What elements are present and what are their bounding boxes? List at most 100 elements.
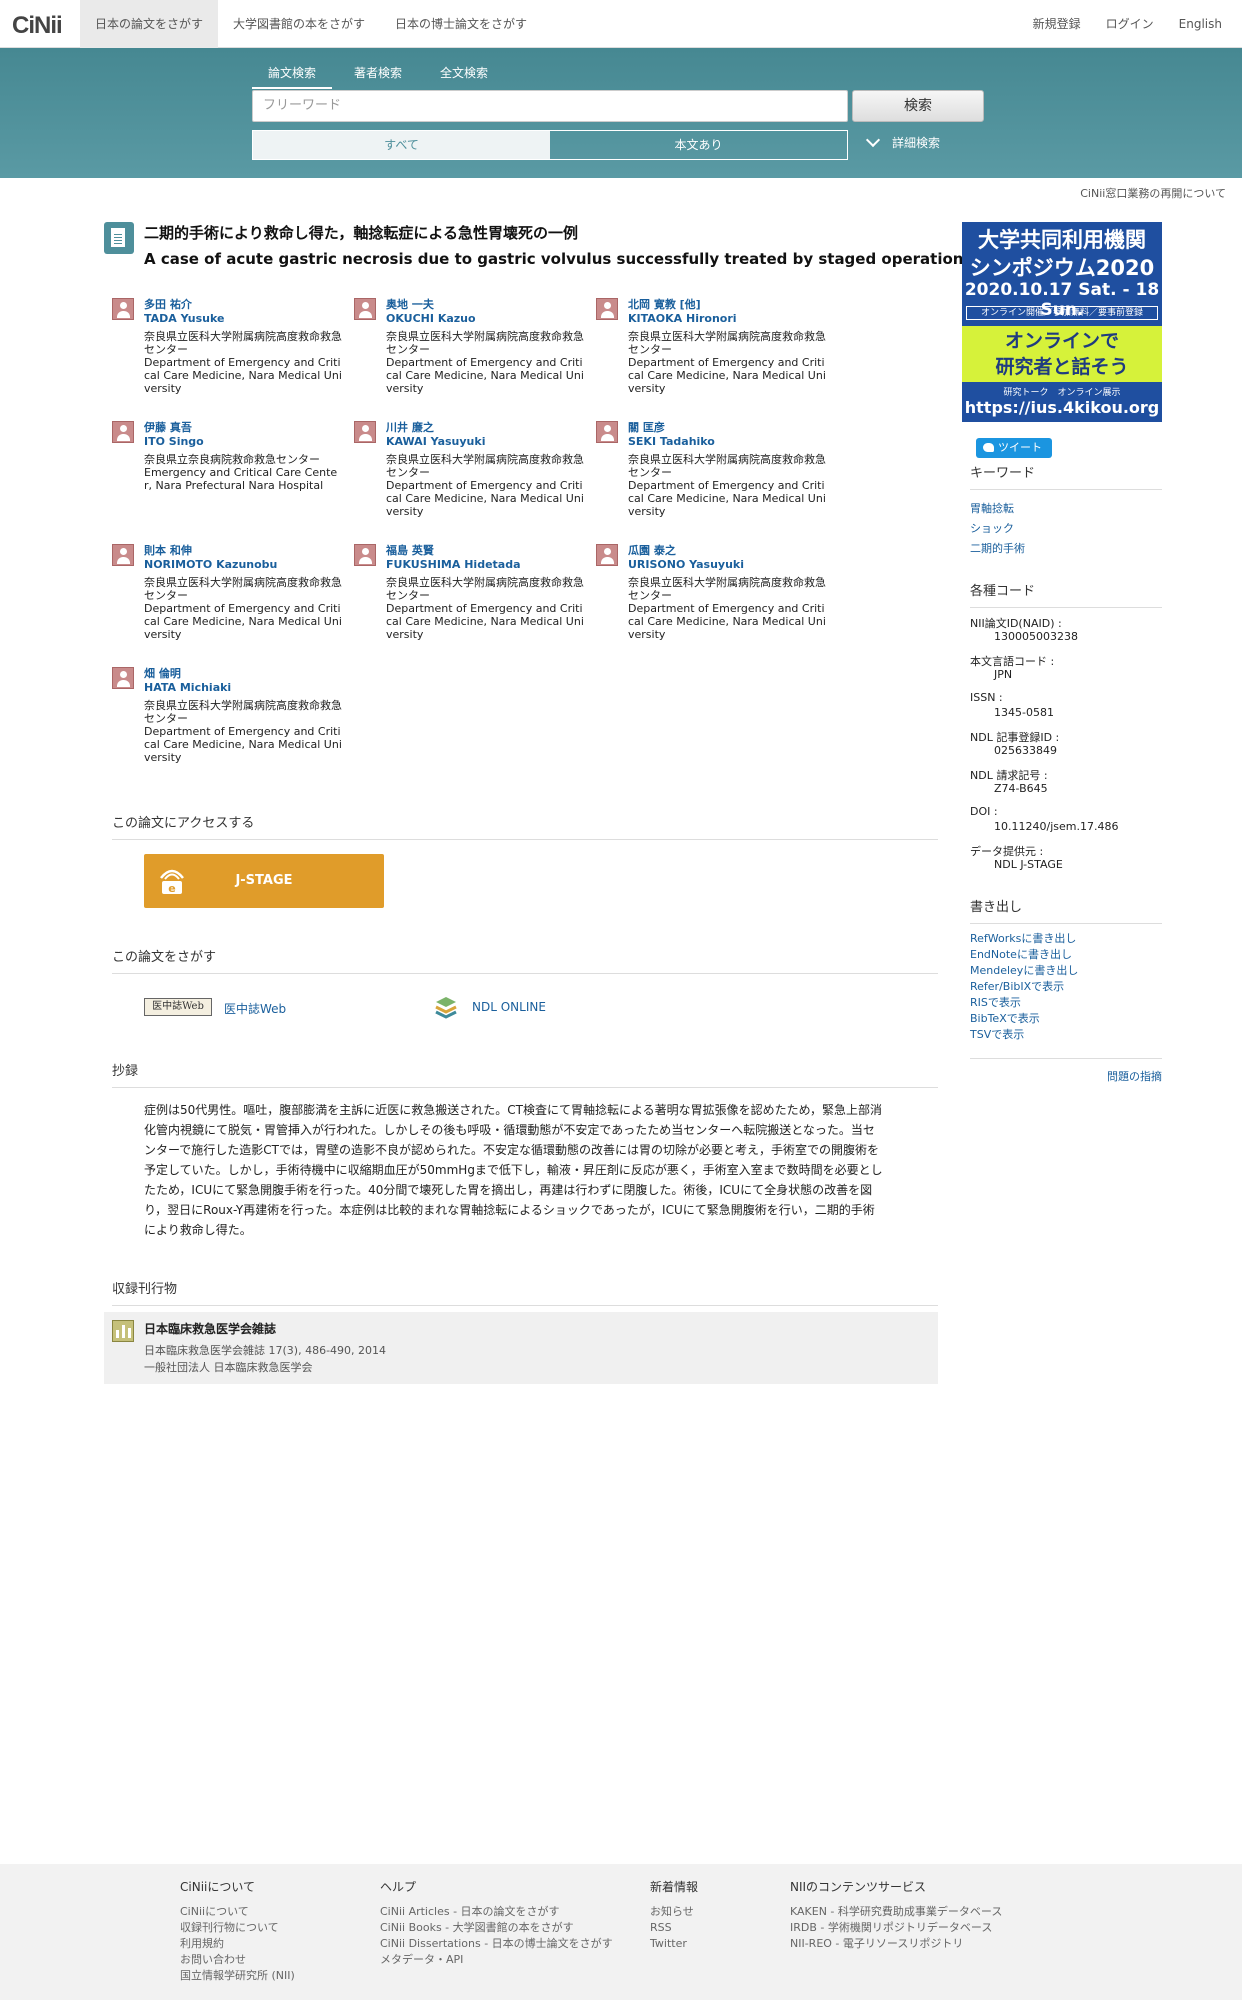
- nav-books[interactable]: 大学図書館の本をさがす: [218, 0, 380, 48]
- advanced-search-toggle[interactable]: 詳細検索: [865, 132, 940, 151]
- keyword-link[interactable]: 二期的手術: [970, 540, 1025, 556]
- jstage-label: J-STAGE: [235, 873, 293, 888]
- footer-col-help: ヘルプ CiNii Articles - 日本の論文をさがす CiNii Boo…: [380, 1878, 613, 1968]
- export-refworks[interactable]: RefWorksに書き出し: [970, 930, 1076, 946]
- footer-link[interactable]: IRDB - 学術機関リポジトリデータベース: [790, 1920, 1002, 1936]
- banner-green: オンラインで 研究者と話そう: [962, 326, 1162, 382]
- author-name-en[interactable]: HATA Michiaki: [144, 681, 231, 695]
- footer-heading: CiNiiについて: [180, 1880, 255, 1894]
- export-ris[interactable]: RISで表示: [970, 994, 1021, 1010]
- chevron-down-icon: [865, 132, 881, 147]
- codes-heading: 各種コード: [970, 580, 1162, 608]
- filter-all[interactable]: すべて: [253, 131, 550, 159]
- search-button[interactable]: 検索: [852, 90, 984, 122]
- author-name-ja[interactable]: 關 匡彦: [628, 421, 665, 435]
- author-name-en[interactable]: KAWAI Yasuyuki: [386, 435, 485, 449]
- author-name-ja[interactable]: 伊藤 真吾: [144, 421, 192, 435]
- author-name-en[interactable]: SEKI Tadahiko: [628, 435, 715, 449]
- author-name-ja[interactable]: 川井 廉之: [386, 421, 434, 435]
- author-name-ja[interactable]: 畑 倫明: [144, 667, 181, 681]
- keyword-link[interactable]: ショック: [970, 520, 1014, 536]
- author-name-ja[interactable]: 多田 祐介: [144, 298, 192, 312]
- tab-article-search[interactable]: 論文検索: [252, 64, 333, 89]
- footer-link[interactable]: CiNii Books - 大学図書館の本をさがす: [380, 1920, 613, 1936]
- author-name-en[interactable]: NORIMOTO Kazunobu: [144, 558, 277, 572]
- register-link[interactable]: 新規登録: [1033, 0, 1081, 48]
- author-affiliation: 奈良県立医科大学附属病院高度救命救急センター Department of Emer…: [628, 453, 826, 518]
- search-input[interactable]: フリーワード: [252, 90, 848, 122]
- tweet-button[interactable]: ツイート: [976, 438, 1052, 458]
- author-name-ja[interactable]: 奥地 一夫: [386, 298, 434, 312]
- author-name-ja[interactable]: 北岡 寛教 [他]: [628, 298, 701, 312]
- export-heading: 書き出し: [970, 896, 1162, 924]
- author-name-ja[interactable]: 則本 和伸: [144, 544, 192, 558]
- login-link[interactable]: ログイン: [1106, 0, 1154, 48]
- code-label: 本文言語コード :: [970, 655, 1055, 668]
- person-icon: [596, 421, 618, 443]
- person-icon: [354, 421, 376, 443]
- service-notice-link[interactable]: CiNii窓口業務の再開について: [1080, 185, 1226, 201]
- abstract-text: 症例は50代男性。嘔吐，腹部膨満を主訴に近医に救急搬送された。CT検査にて胃軸捻…: [144, 1103, 883, 1237]
- journal-heading: 収録刊行物: [112, 1278, 938, 1306]
- jstage-button[interactable]: e J-STAGE: [144, 854, 384, 908]
- footer-link[interactable]: 国立情報学研究所 (NII): [180, 1968, 295, 1984]
- export-mendeley[interactable]: Mendeleyに書き出し: [970, 962, 1078, 978]
- code-value: 1345-0581: [994, 706, 1054, 719]
- code-label: データ提供元 :: [970, 845, 1044, 858]
- report-problem-link[interactable]: 問題の指摘: [1107, 1068, 1162, 1084]
- export-tsv[interactable]: TSVで表示: [970, 1026, 1024, 1042]
- code-label: NII論文ID(NAID) :: [970, 617, 1062, 630]
- cinii-logo[interactable]: CiNii: [12, 12, 63, 40]
- doi-link[interactable]: 10.11240/jsem.17.486: [994, 820, 1118, 833]
- footer-link[interactable]: お知らせ: [650, 1904, 698, 1920]
- footer-link[interactable]: CiNii Dissertations - 日本の博士論文をさがす: [380, 1936, 613, 1952]
- journal-card: 日本臨床救急医学会雑誌 日本臨床救急医学会雑誌 17(3), 486-490, …: [104, 1312, 938, 1384]
- export-bibtex[interactable]: BibTeXで表示: [970, 1010, 1040, 1026]
- english-link[interactable]: English: [1179, 0, 1222, 48]
- journal-volume: 日本臨床救急医学会雑誌 17(3), 486-490, 2014: [144, 1344, 387, 1357]
- nav-articles[interactable]: 日本の論文をさがす: [80, 0, 219, 48]
- bar-chart-icon: [112, 1320, 134, 1342]
- footer-heading: 新着情報: [650, 1880, 699, 1894]
- footer-col-about: CiNiiについて CiNiiについて 収録刊行物について 利用規約 お問い合わ…: [180, 1878, 295, 1984]
- author-name-en[interactable]: URISONO Yasuyuki: [628, 558, 744, 572]
- author-name-en[interactable]: TADA Yusuke: [144, 312, 225, 326]
- footer-link[interactable]: 利用規約: [180, 1936, 295, 1952]
- footer-link[interactable]: NII-REO - 電子リソースリポジトリ: [790, 1936, 1002, 1952]
- symposium-banner[interactable]: 大学共同利用機関 シンポジウム2020 2020.10.17 Sat. - 18 …: [962, 222, 1162, 422]
- filter-fulltext[interactable]: 本文あり: [550, 131, 847, 159]
- footer-heading: ヘルプ: [380, 1880, 417, 1894]
- code-label: NDL 記事登録ID :: [970, 731, 1060, 744]
- keyword-link[interactable]: 胃軸捻転: [970, 500, 1014, 516]
- footer-link[interactable]: KAKEN - 科学研究費助成事業データベース: [790, 1904, 1002, 1920]
- journal-title[interactable]: 日本臨床救急医学会雑誌: [144, 1320, 276, 1337]
- author-name-en[interactable]: OKUCHI Kazuo: [386, 312, 476, 326]
- footer-link[interactable]: メタデータ・API: [380, 1952, 613, 1968]
- author-name-en[interactable]: FUKUSHIMA Hidetada: [386, 558, 521, 572]
- tab-author-search[interactable]: 著者検索: [338, 64, 418, 89]
- abstract-heading: 抄録: [112, 1060, 938, 1088]
- footer-link[interactable]: お問い合わせ: [180, 1952, 295, 1968]
- export-endnote[interactable]: EndNoteに書き出し: [970, 946, 1072, 962]
- footer-link[interactable]: RSS: [650, 1920, 698, 1936]
- document-icon: [104, 222, 134, 254]
- ichushi-link[interactable]: 医中誌Web: [224, 1000, 286, 1017]
- author-affiliation: 奈良県立医科大学附属病院高度救命救急センター Department of Emer…: [386, 330, 584, 395]
- author-name-ja[interactable]: 瓜園 泰之: [628, 544, 676, 558]
- code-value: Z74-B645: [994, 782, 1048, 795]
- author-name-en[interactable]: KITAOKA Hironori: [628, 312, 737, 326]
- footer-link[interactable]: CiNiiについて: [180, 1904, 295, 1920]
- tab-fulltext-search[interactable]: 全文検索: [424, 64, 504, 89]
- ndl-online-link[interactable]: NDL ONLINE: [472, 1000, 546, 1014]
- author-name-ja[interactable]: 福島 英賢: [386, 544, 434, 558]
- article-title-en: A case of acute gastric necrosis due to …: [144, 250, 964, 268]
- author-affiliation: 奈良県立奈良病院救命救急センター Emergency and Critical C…: [144, 453, 338, 492]
- export-refer[interactable]: Refer/BibIXで表示: [970, 978, 1064, 994]
- footer-link[interactable]: 収録刊行物について: [180, 1920, 295, 1936]
- author-affiliation: 奈良県立医科大学附属病院高度救命救急センター Department of Emer…: [628, 576, 826, 641]
- footer-link[interactable]: CiNii Articles - 日本の論文をさがす: [380, 1904, 613, 1920]
- author-name-en[interactable]: ITO Singo: [144, 435, 204, 449]
- ichushi-logo[interactable]: 医中誌Web: [144, 998, 212, 1016]
- footer-link[interactable]: Twitter: [650, 1936, 698, 1952]
- nav-dissertations[interactable]: 日本の博士論文をさがす: [380, 0, 542, 48]
